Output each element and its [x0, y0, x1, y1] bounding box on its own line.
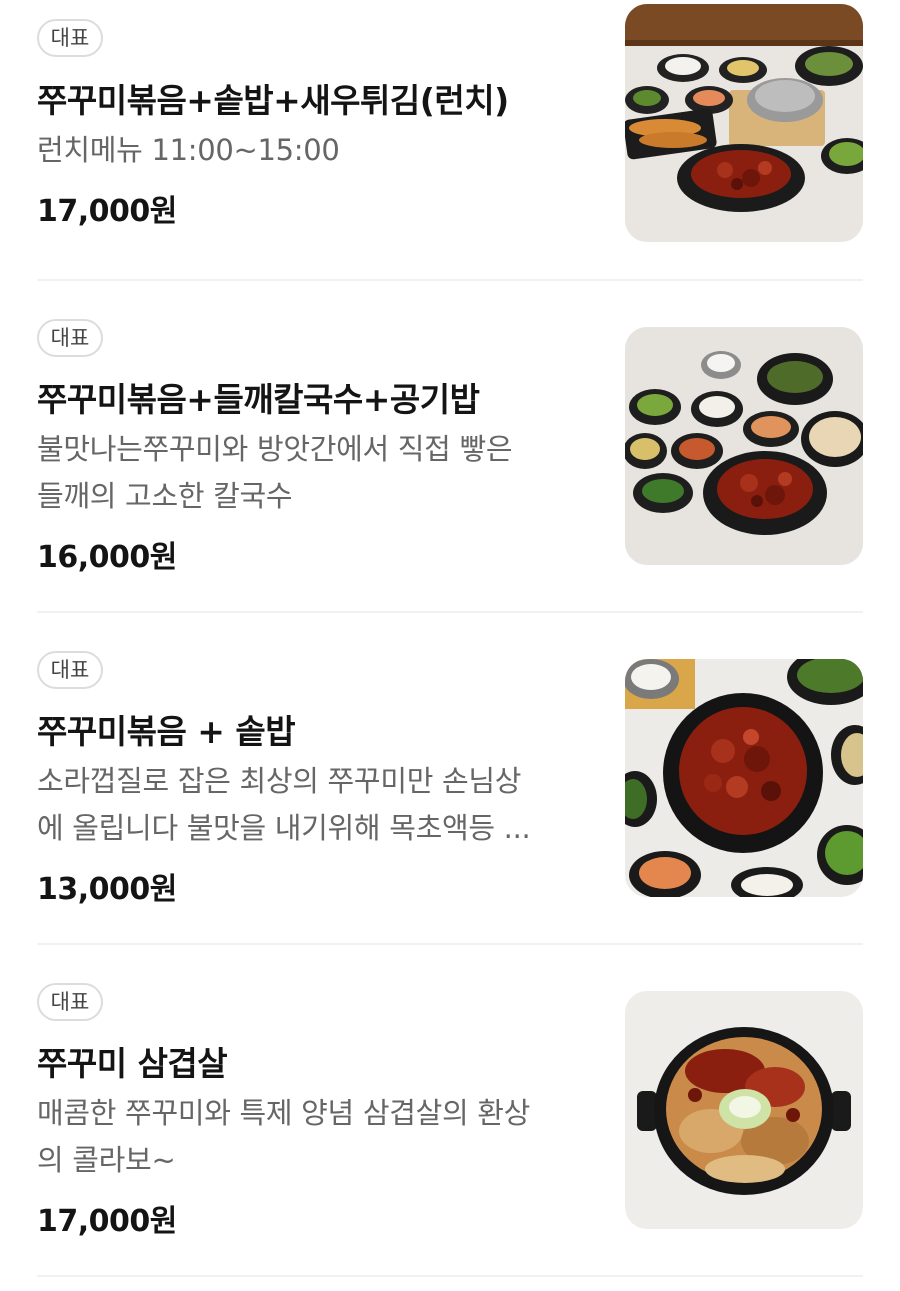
- menu-item-price: 17,000원: [37, 1204, 177, 1239]
- menu-item-description: 런치메뉴 11:00~15:00: [37, 133, 340, 167]
- description-line: 매콤한 쭈꾸미와 특제 양념 삼겹살의 환상: [37, 1096, 531, 1130]
- menu-item-photo[interactable]: [625, 659, 863, 897]
- signature-badge: 대표: [37, 19, 103, 57]
- menu-item-name: 쭈꾸미볶음+솥밥+새우튀김(런치): [37, 81, 509, 120]
- menu-item-price: 17,000원: [37, 194, 177, 229]
- divider: [37, 611, 863, 613]
- menu-item-description: 불맛나는쭈꾸미와 방앗간에서 직접 빻은 들깨의 고소한 칼국수: [37, 426, 592, 520]
- menu-item-pork-belly[interactable]: 대표 쭈꾸미 삼겹살 매콤한 쭈꾸미와 특제 양념 삼겹살의 환상 의 콜라보~…: [37, 964, 863, 1264]
- menu-item-photo[interactable]: [625, 991, 863, 1229]
- description-line: 의 콜라보~: [37, 1143, 176, 1177]
- menu-item-description: 소라껍질로 잡은 최상의 쭈꾸미만 손님상 에 올립니다 불맛을 내기위해 목초…: [37, 758, 592, 852]
- divider: [37, 943, 863, 945]
- divider: [37, 1275, 863, 1277]
- menu-list: 대표 쭈꾸미볶음+솥밥+새우튀김(런치) 런치메뉴 11:00~15:00 17…: [0, 0, 900, 1291]
- description-line: 불맛나는쭈꾸미와 방앗간에서 직접 빻은: [37, 432, 513, 466]
- description-line: 소라껍질로 잡은 최상의 쭈꾸미만 손님상: [37, 764, 522, 798]
- menu-item-photo[interactable]: [625, 327, 863, 565]
- menu-item-name: 쭈꾸미 삼겹살: [37, 1044, 228, 1083]
- menu-item-lunch-set[interactable]: 대표 쭈꾸미볶음+솥밥+새우튀김(런치) 런치메뉴 11:00~15:00 17…: [37, 0, 863, 270]
- menu-item-noodle-set[interactable]: 대표 쭈꾸미볶음+들깨칼국수+공기밥 불맛나는쭈꾸미와 방앗간에서 직접 빻은 …: [37, 300, 863, 600]
- menu-item-stir-fry-set[interactable]: 대표 쭈꾸미볶음 + 솥밥 소라껍질로 잡은 최상의 쭈꾸미만 손님상 에 올립…: [37, 632, 863, 932]
- signature-badge: 대표: [37, 651, 103, 689]
- signature-badge: 대표: [37, 983, 103, 1021]
- menu-item-price: 13,000원: [37, 872, 177, 907]
- menu-item-name: 쭈꾸미볶음 + 솥밥: [37, 712, 296, 751]
- menu-item-description: 매콤한 쭈꾸미와 특제 양념 삼겹살의 환상 의 콜라보~: [37, 1090, 592, 1184]
- description-line: 들깨의 고소한 칼국수: [37, 479, 293, 513]
- menu-item-price: 16,000원: [37, 540, 177, 575]
- signature-badge: 대표: [37, 319, 103, 357]
- menu-item-name: 쭈꾸미볶음+들깨칼국수+공기밥: [37, 380, 480, 419]
- description-line: 에 올립니다 불맛을 내기위해 목초액등 ...: [37, 811, 531, 845]
- menu-item-photo[interactable]: [625, 4, 863, 242]
- divider: [37, 279, 863, 281]
